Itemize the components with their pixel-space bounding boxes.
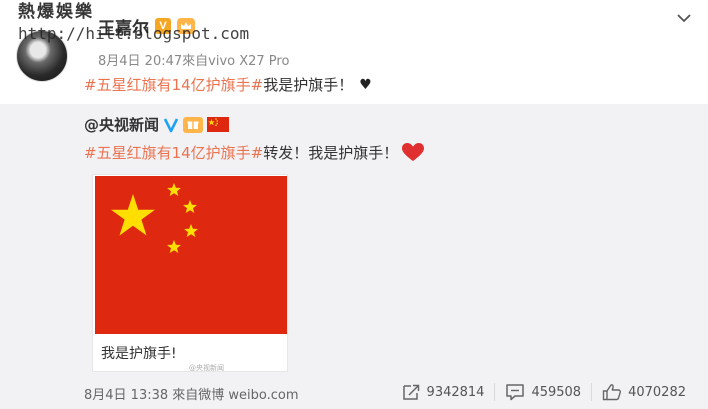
post-meta: 8月4日 20:47來自vivo X27 Pro (98, 54, 290, 69)
like-icon (602, 384, 622, 401)
share-count: 9342814 (426, 384, 485, 400)
black-heart-icon: ♥ (359, 76, 372, 93)
repost-user-row: @央视新闻 (84, 114, 230, 135)
red-heart-icon (402, 143, 425, 162)
china-flag-icon (207, 117, 230, 132)
china-flag-image (95, 176, 287, 334)
comment-icon (506, 384, 525, 401)
repost-username[interactable]: @央视新闻 (84, 114, 159, 135)
post-text: #五星红旗有14亿护旗手# 我是护旗手！ ♥ (84, 74, 372, 95)
comment-count: 459508 (531, 384, 582, 400)
gift-icon (183, 116, 204, 133)
action-bar: 9342814 459508 4070282 (391, 380, 696, 404)
repost-hashtag-link[interactable]: #五星红旗有14亿护旗手# (84, 142, 263, 163)
repost-text: #五星红旗有14亿护旗手# 转发！我是护旗手！ (84, 142, 425, 163)
card-watermark: @央视新闻 (189, 364, 224, 372)
card-caption: 我是护旗手! (101, 346, 177, 362)
like-button[interactable]: 4070282 (591, 383, 696, 401)
repost-footer: 8月4日 13:38 來自微博 weibo.com 9342814 459508… (0, 376, 708, 409)
blue-v-icon (163, 117, 179, 133)
watermark: 熱爆娛樂 http://hitt.blogspot.com (18, 2, 250, 43)
chevron-down-icon[interactable] (674, 10, 694, 26)
watermark-url: http://hitt.blogspot.com (18, 23, 250, 43)
weibo-post: 熱爆娛樂 http://hitt.blogspot.com 王嘉尔 V 8月4日… (0, 0, 708, 104)
post-body: 我是护旗手！ (263, 76, 354, 94)
comment-button[interactable]: 459508 (494, 383, 591, 401)
share-button[interactable]: 9342814 (391, 383, 495, 401)
hashtag-link[interactable]: #五星红旗有14亿护旗手# (84, 74, 263, 95)
repost-box: @央视新闻 #五星红旗有14亿护旗手# 转发！我是护旗手！ 我是护旗手! @央视… (0, 104, 708, 376)
image-card[interactable]: 我是护旗手! @央视新闻 (92, 174, 288, 372)
watermark-text: 熱爆娛樂 (18, 2, 94, 22)
repost-body: 转发！我是护旗手！ (263, 144, 399, 162)
share-icon (402, 384, 419, 400)
like-count: 4070282 (628, 384, 686, 400)
repost-meta: 8月4日 13:38 來自微博 weibo.com (84, 388, 299, 403)
